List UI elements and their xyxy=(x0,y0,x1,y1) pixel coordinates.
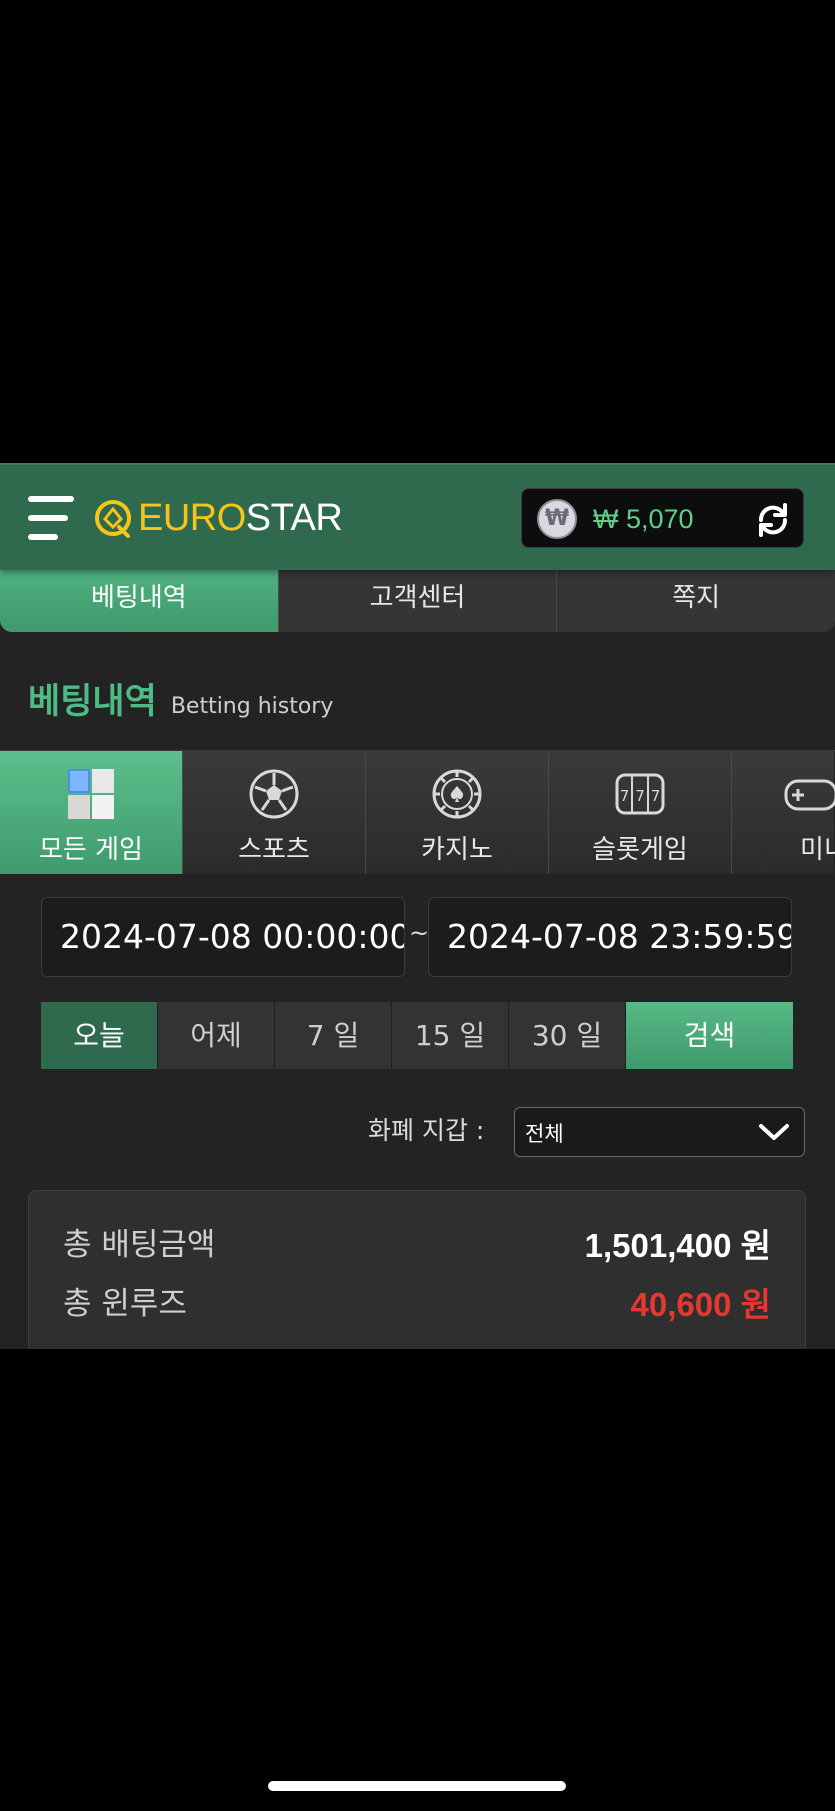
logo-text: EUROSTAR xyxy=(138,497,343,539)
casino-chip-icon xyxy=(432,769,482,819)
total-bet-label: 총 배팅금액 xyxy=(63,1227,216,1263)
won-coin-icon: ₩ xyxy=(537,499,577,539)
wallet-balance: ₩ ₩ 5,070 xyxy=(521,488,804,548)
category-all-games[interactable]: 모든 게임 xyxy=(0,751,183,874)
category-mini-games[interactable]: 미니 xyxy=(732,751,835,874)
gamepad-icon xyxy=(784,779,835,811)
svg-text:7: 7 xyxy=(620,787,630,805)
search-button[interactable]: 검색 xyxy=(626,1002,793,1069)
top-tabs: 베팅내역 고객센터 쪽지 xyxy=(0,570,835,632)
period-15-days-button[interactable]: 15 일 xyxy=(392,1002,509,1069)
slot-machine-icon: 7 7 7 xyxy=(615,773,665,815)
category-label: 슬롯게임 xyxy=(592,835,688,865)
category-slot-games[interactable]: 7 7 7 슬롯게임 xyxy=(549,751,732,874)
category-label: 미니 xyxy=(800,835,835,865)
period-yesterday-button[interactable]: 어제 xyxy=(158,1002,275,1069)
category-casino[interactable]: 카지노 xyxy=(366,751,549,874)
soccer-ball-icon xyxy=(249,769,299,819)
chevron-down-icon xyxy=(759,1124,789,1140)
category-label: 스포츠 xyxy=(238,835,310,865)
logo-text-euro: EURO xyxy=(138,497,246,539)
tab-messages[interactable]: 쪽지 xyxy=(557,570,835,632)
total-winloss-label: 총 윈루즈 xyxy=(63,1286,187,1322)
betting-summary-card: 총 배팅금액 1,501,400 원 총 윈루즈 40,600 원 xyxy=(28,1190,806,1349)
refresh-icon[interactable] xyxy=(754,501,792,539)
phone-screen: EUROSTAR ₩ ₩ 5,070 베팅내역 고객센터 쪽지 베팅내역 Bet… xyxy=(0,0,835,1811)
total-bet-value: 1,501,400 원 xyxy=(584,1227,771,1264)
currency-wallet-selected: 전체 xyxy=(525,1122,564,1146)
date-separator: ~ xyxy=(409,919,430,947)
page-title-korean: 베팅내역 xyxy=(28,682,157,722)
logo-text-star: STAR xyxy=(245,497,343,539)
period-7-days-button[interactable]: 7 일 xyxy=(275,1002,392,1069)
period-today-button[interactable]: 오늘 xyxy=(41,1002,158,1069)
currency-wallet-select[interactable]: 전체 xyxy=(514,1107,805,1157)
period-30-days-button[interactable]: 30 일 xyxy=(509,1002,626,1069)
period-buttons: 오늘 어제 7 일 15 일 30 일 검색 xyxy=(41,1002,793,1069)
balance-amount: ₩ 5,070 xyxy=(593,504,694,534)
tab-betting-history[interactable]: 베팅내역 xyxy=(0,570,279,632)
svg-text:7: 7 xyxy=(651,787,661,805)
top-header: EUROSTAR ₩ ₩ 5,070 xyxy=(0,463,835,570)
currency-wallet-label: 화폐 지갑 : xyxy=(368,1116,485,1145)
total-winloss-value: 40,600 원 xyxy=(630,1286,771,1323)
app-container: EUROSTAR ₩ ₩ 5,070 베팅내역 고객센터 쪽지 베팅내역 Bet… xyxy=(0,463,835,1349)
game-category-tabs: 모든 게임 스포츠 카지노 7 7 7 슬롯게임 미 xyxy=(0,750,835,874)
svg-text:7: 7 xyxy=(635,787,645,805)
logo-mark-icon xyxy=(95,500,131,538)
page-title-english: Betting history xyxy=(170,694,334,719)
category-label: 카지노 xyxy=(421,835,493,865)
home-indicator[interactable] xyxy=(268,1781,566,1791)
all-games-icon xyxy=(68,769,114,819)
date-to-input[interactable]: 2024-07-08 23:59:59 xyxy=(428,897,792,977)
category-sports[interactable]: 스포츠 xyxy=(183,751,366,874)
menu-icon[interactable] xyxy=(28,496,74,540)
eurostar-logo[interactable]: EUROSTAR xyxy=(92,493,343,543)
page-title: 베팅내역 Betting history xyxy=(28,673,333,724)
category-label: 모든 게임 xyxy=(39,835,143,865)
tab-customer-center[interactable]: 고객센터 xyxy=(278,570,558,632)
date-from-input[interactable]: 2024-07-08 00:00:00 xyxy=(41,897,405,977)
